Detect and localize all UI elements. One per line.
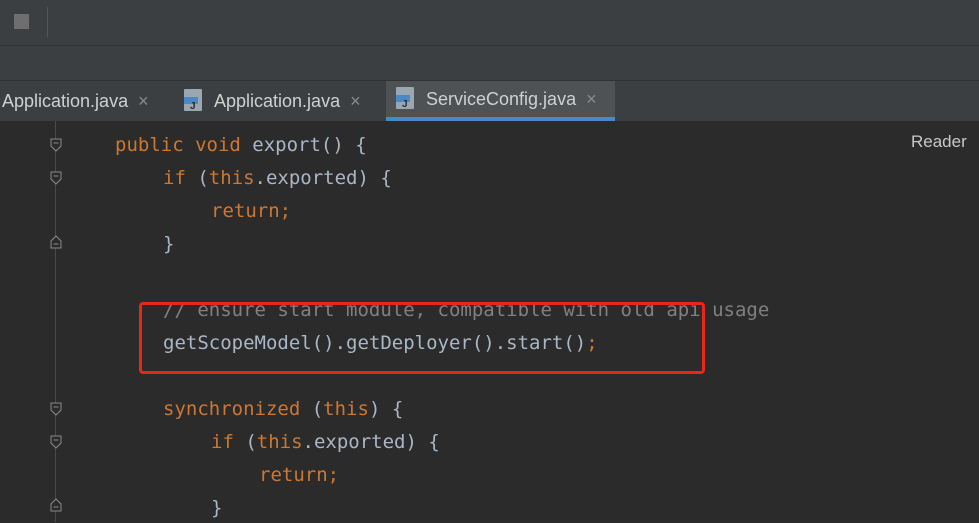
- tab-application-java-1[interactable]: Application.java ×: [2, 81, 149, 121]
- code-line: return;: [259, 460, 339, 490]
- top-toolbar: [0, 0, 979, 46]
- code-keyword: if: [211, 431, 234, 453]
- code-keyword: synchronized: [163, 398, 301, 420]
- code-token: export() {: [240, 134, 367, 156]
- code-keyword: if: [163, 167, 186, 189]
- close-icon[interactable]: ×: [586, 89, 597, 110]
- java-file-icon: J: [396, 87, 418, 111]
- close-icon[interactable]: ×: [138, 91, 149, 112]
- code-keyword: ;: [279, 200, 292, 222]
- code-line: }: [211, 493, 222, 523]
- code-line: }: [163, 229, 174, 259]
- code-token: .exported) {: [302, 431, 440, 453]
- code-line: public void export() {: [115, 130, 367, 160]
- code-keyword: public: [115, 134, 184, 156]
- tab-label: Application.java: [214, 90, 341, 111]
- code-token: (: [300, 398, 324, 420]
- code-line: if (this.exported) {: [163, 163, 392, 193]
- fold-open-icon[interactable]: [50, 435, 62, 449]
- editor-tab-bar: Application.java × J Application.java × …: [0, 81, 979, 121]
- fold-open-icon[interactable]: [50, 171, 62, 185]
- code-token: (: [233, 431, 257, 453]
- code-token: (: [185, 167, 209, 189]
- code-line: if (this.exported) {: [211, 427, 440, 457]
- code-token: ) {: [368, 398, 404, 420]
- close-icon[interactable]: ×: [350, 91, 361, 112]
- fold-close-icon[interactable]: [50, 498, 62, 512]
- code-keyword: this: [208, 167, 255, 189]
- fold-close-icon[interactable]: [50, 235, 62, 249]
- code-keyword: ;: [327, 464, 340, 486]
- code-token: }: [163, 233, 175, 255]
- tab-application-java-2[interactable]: J Application.java ×: [184, 81, 361, 121]
- highlight-box: [139, 302, 705, 374]
- stop-icon[interactable]: [14, 14, 29, 29]
- tab-label: ServiceConfig.java: [426, 88, 577, 109]
- tab-label: Application.java: [2, 90, 129, 111]
- code-keyword: this: [256, 431, 303, 453]
- navigation-bar: [0, 46, 979, 81]
- java-file-icon: J: [184, 89, 206, 113]
- code-keyword: return: [211, 200, 280, 222]
- code-keyword: void: [195, 134, 241, 156]
- reader-mode-toggle[interactable]: Reader: [911, 132, 967, 152]
- tab-serviceconfig-java[interactable]: J ServiceConfig.java ×: [386, 81, 615, 121]
- code-token: }: [211, 497, 223, 519]
- code-editor[interactable]: Reader public void export() {if (this.ex…: [0, 121, 979, 522]
- code-line: synchronized (this) {: [163, 394, 403, 424]
- code-keyword: return: [259, 464, 328, 486]
- fold-open-icon[interactable]: [50, 138, 62, 152]
- code-token: .exported) {: [254, 167, 392, 189]
- code-line: return;: [211, 196, 291, 226]
- fold-open-icon[interactable]: [50, 402, 62, 416]
- code-keyword: this: [323, 398, 369, 420]
- toolbar-separator: [47, 7, 48, 37]
